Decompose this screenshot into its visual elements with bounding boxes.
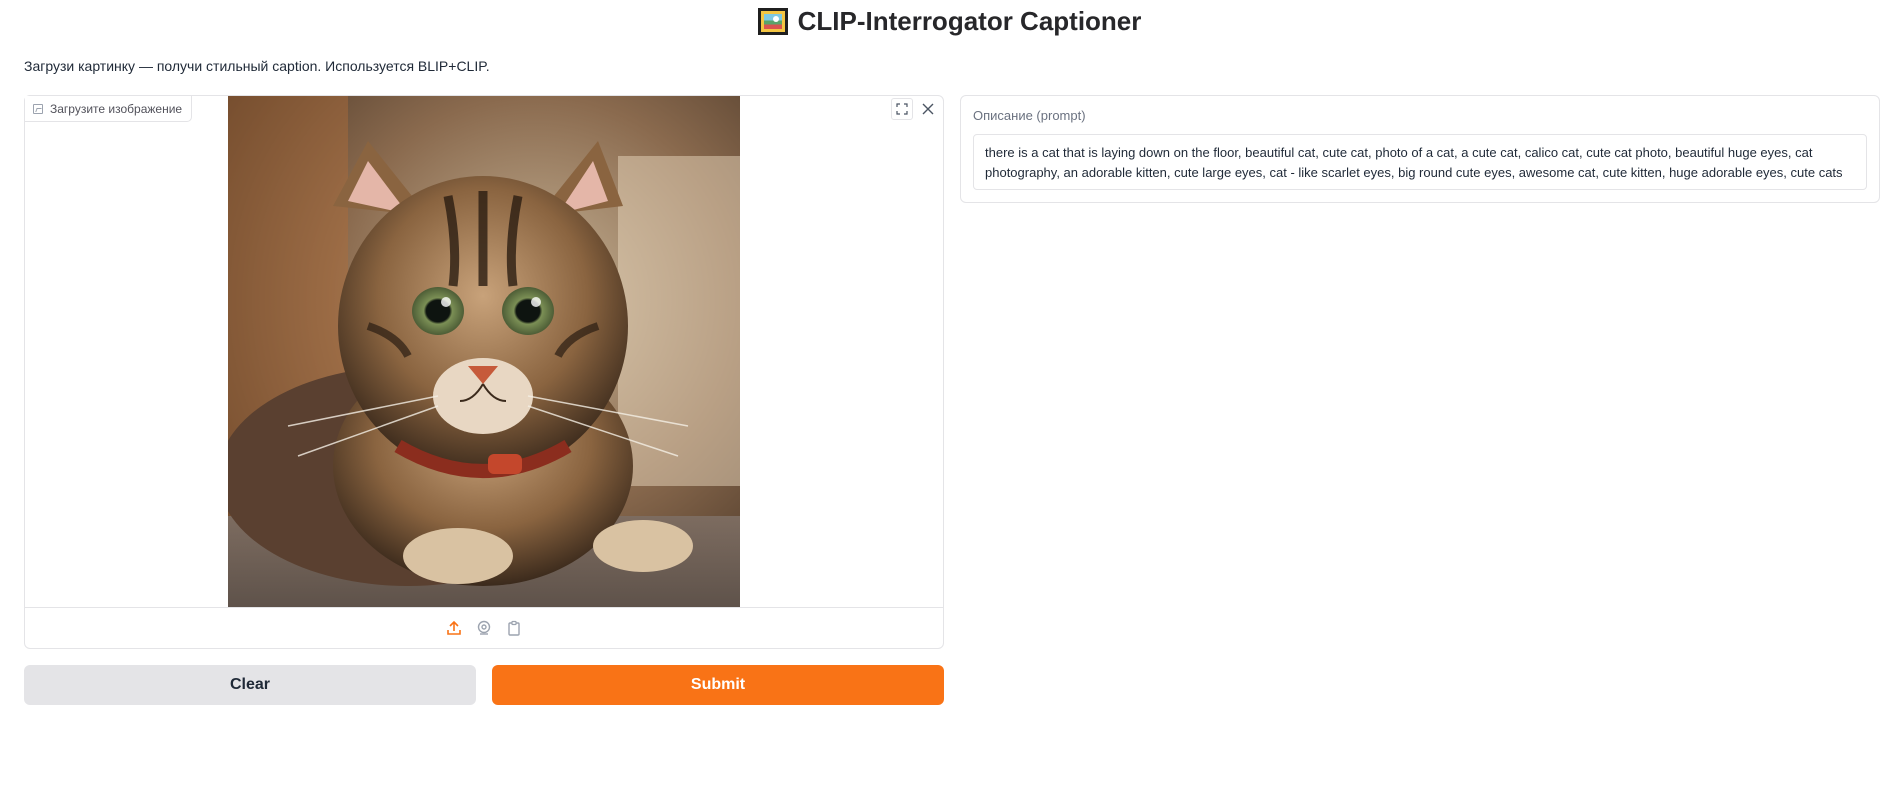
cat-photo [228, 96, 740, 608]
image-input-label-text: Загрузите изображение [50, 101, 183, 116]
image-input-panel: Загрузите изображение [24, 95, 944, 649]
close-icon [922, 103, 934, 115]
caption-output-textbox[interactable]: there is a cat that is laying down on th… [973, 134, 1867, 190]
page-title: CLIP-Interrogator Captioner [0, 6, 1899, 37]
output-label: Описание (prompt) [973, 108, 1086, 123]
app-root: CLIP-Interrogator Captioner Загрузи карт… [0, 0, 1899, 793]
upload-icon [447, 620, 461, 635]
image-icon [33, 103, 43, 114]
clipboard-source-button[interactable] [505, 619, 523, 637]
fullscreen-icon [896, 103, 908, 115]
fullscreen-button[interactable] [891, 98, 913, 120]
webcam-icon [477, 620, 491, 635]
submit-button[interactable]: Submit [492, 665, 944, 705]
page-description: Загрузи картинку — получи стильный capti… [24, 58, 490, 74]
clear-image-button[interactable] [917, 98, 939, 120]
image-source-bar [25, 607, 943, 648]
output-panel: Описание (prompt) there is a cat that is… [960, 95, 1880, 203]
framed-picture-icon [757, 8, 788, 35]
clipboard-icon [508, 620, 520, 636]
uploaded-image[interactable] [228, 96, 740, 608]
webcam-source-button[interactable] [475, 619, 493, 637]
image-input-label: Загрузите изображение [25, 96, 193, 122]
clear-button[interactable]: Clear [24, 665, 476, 705]
upload-source-button[interactable] [445, 619, 463, 637]
image-panel-toolbar [887, 96, 943, 122]
page-title-text: CLIP-Interrogator Captioner [797, 6, 1142, 36]
